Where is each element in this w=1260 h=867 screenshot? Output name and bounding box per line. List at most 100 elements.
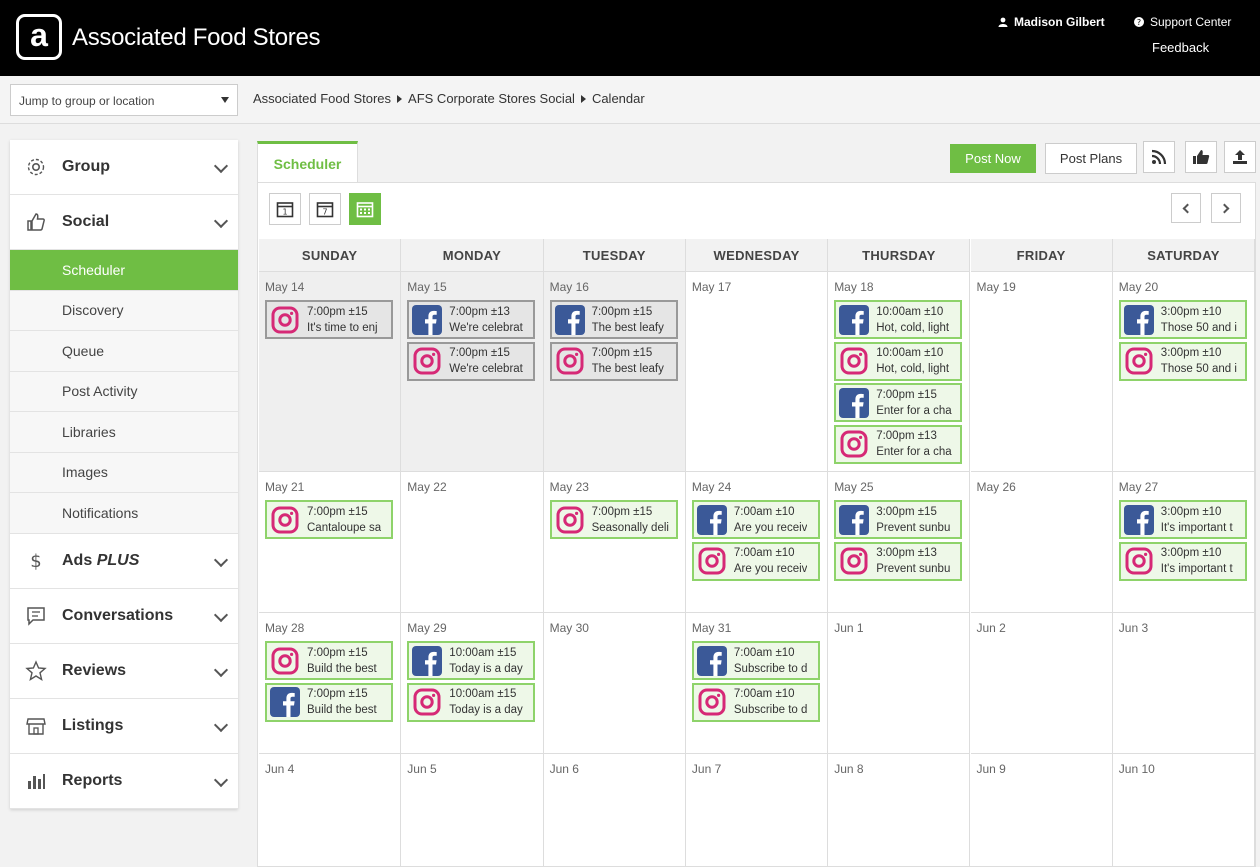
calendar-day-cell[interactable]: May 15 7:00pm ±13 We're celebrat 7:00pm ±15… <box>401 272 544 472</box>
tab-scheduler[interactable]: Scheduler <box>257 141 358 183</box>
scheduled-post[interactable]: 7:00am ±10 Subscribe to d <box>691 641 820 680</box>
scheduled-post[interactable]: 3:00pm ±10 Those 50 and i <box>1118 300 1247 339</box>
calendar-day-cell[interactable]: May 27 3:00pm ±10 It's important t 3:00pm ±… <box>1112 472 1256 613</box>
next-month-button[interactable] <box>1211 193 1241 223</box>
calendar-day-cell[interactable]: May 22 <box>401 472 544 613</box>
scheduled-post[interactable]: 7:00pm ±15 It's time to enj <box>265 300 393 339</box>
breadcrumb-item[interactable]: Associated Food Stores <box>253 91 391 106</box>
thumbs-up-icon <box>24 210 48 234</box>
calendar-day-cell[interactable]: May 24 7:00am ±10 Are you receiv 7:00am ±10… <box>685 472 829 613</box>
calendar-day-cell[interactable]: May 26 <box>970 472 1113 613</box>
sidebar-item-reviews[interactable]: Reviews <box>10 644 238 699</box>
scheduled-post[interactable]: 3:00pm ±10 It's important t <box>1118 541 1247 581</box>
export-button[interactable] <box>1224 141 1256 173</box>
scheduled-post[interactable]: 7:00am ±10 Are you receiv <box>691 500 820 539</box>
feedback-link[interactable]: Feedback <box>1152 40 1209 55</box>
chevron-down-icon <box>213 158 229 174</box>
calendar-day-cell[interactable]: May 17 <box>685 272 829 472</box>
chevron-down-icon <box>221 97 229 103</box>
month-view-button[interactable] <box>349 193 381 225</box>
scheduled-post[interactable]: 3:00pm ±15 Prevent sunbu <box>834 500 963 539</box>
scheduled-post[interactable]: 3:00pm ±13 Prevent sunbu <box>834 541 963 581</box>
rss-feed-button[interactable] <box>1143 141 1175 173</box>
sidebar-subitem-images[interactable]: Images <box>10 452 238 493</box>
scheduled-post[interactable]: 10:00am ±15 Today is a day <box>407 641 536 680</box>
calendar-day-cell[interactable]: Jun 2 <box>970 613 1113 754</box>
calendar-day-cell[interactable]: May 30 <box>543 613 686 754</box>
calendar-day-cell[interactable]: Jun 9 <box>970 754 1113 867</box>
calendar-day-cell[interactable]: May 23 7:00pm ±15 Seasonally deli <box>543 472 686 613</box>
scheduled-post[interactable]: 3:00pm ±10 Those 50 and i <box>1118 341 1247 381</box>
day-header: SATURDAY <box>1112 239 1256 272</box>
breadcrumb-bar: Jump to group or location Associated Foo… <box>0 76 1260 124</box>
scheduled-post[interactable]: 7:00pm ±13 We're celebrat <box>407 300 536 339</box>
week-view-button[interactable]: 7 <box>309 193 341 225</box>
sidebar-subitem-libraries[interactable]: Libraries <box>10 412 238 453</box>
scheduled-post[interactable]: 7:00am ±10 Are you receiv <box>691 541 820 581</box>
sidebar-item-social[interactable]: Social <box>10 195 238 250</box>
calendar-day-cell[interactable]: Jun 6 <box>543 754 686 867</box>
sidebar-subitem-notifications[interactable]: Notifications <box>10 493 238 534</box>
calendar-day-cell[interactable]: Jun 5 <box>401 754 544 867</box>
scheduled-post[interactable]: 7:00pm ±15 Cantaloupe sa <box>265 500 393 539</box>
post-preview-text: Prevent sunbu <box>876 563 951 575</box>
sidebar-item-listings[interactable]: Listings <box>10 699 238 754</box>
like-button[interactable] <box>1185 141 1217 173</box>
brand-name[interactable]: Associated Food Stores <box>72 24 321 52</box>
sidebar-subitem-post-activity[interactable]: Post Activity <box>10 371 238 412</box>
instagram-icon <box>697 546 727 576</box>
breadcrumb-item[interactable]: AFS Corporate Stores Social <box>408 91 575 106</box>
calendar-day-cell[interactable]: Jun 1 <box>828 613 971 754</box>
instagram-icon <box>412 687 442 717</box>
thumbs-up-icon <box>1193 150 1210 164</box>
calendar-day-cell[interactable]: Jun 7 <box>685 754 829 867</box>
location-select[interactable]: Jump to group or location <box>10 84 238 116</box>
scheduled-post[interactable]: 7:00pm ±15 Enter for a cha <box>834 383 963 422</box>
scheduled-post[interactable]: 3:00pm ±10 It's important t <box>1118 500 1247 539</box>
instagram-icon <box>1124 546 1154 576</box>
calendar-day-cell[interactable]: May 25 3:00pm ±15 Prevent sunbu 3:00pm ±13 P… <box>828 472 971 613</box>
scheduled-post[interactable]: 7:00am ±10 Subscribe to d <box>691 682 820 722</box>
support-center-link[interactable]: ? Support Center <box>1134 15 1231 29</box>
calendar-date-label: May 28 <box>265 621 305 635</box>
sidebar-item-ads-plus[interactable]: $ Ads PLUS <box>10 534 238 589</box>
user-menu[interactable]: Madison Gilbert <box>998 15 1105 29</box>
group-icon <box>24 155 48 179</box>
calendar-day-cell[interactable]: May 16 7:00pm ±15 The best leafy 7:00pm ±15… <box>543 272 686 472</box>
post-plans-button[interactable]: Post Plans <box>1045 143 1137 174</box>
calendar-day-cell[interactable]: May 20 3:00pm ±10 Those 50 and i 3:00pm ±10… <box>1112 272 1256 472</box>
scheduled-post[interactable]: 7:00pm ±15 The best leafy <box>549 300 678 339</box>
sidebar-item-group[interactable]: Group <box>10 140 238 195</box>
calendar-day-cell[interactable]: Jun 10 <box>1112 754 1256 867</box>
scheduled-post[interactable]: 10:00am ±10 Hot, cold, light <box>834 300 963 339</box>
calendar-day-cell[interactable]: May 19 <box>970 272 1113 472</box>
calendar-day-cell[interactable]: May 31 7:00am ±10 Subscribe to d 7:00am ±10… <box>685 613 829 754</box>
scheduled-post[interactable]: 7:00pm ±15 We're celebrat <box>407 341 536 381</box>
facebook-icon <box>839 387 870 418</box>
scheduled-post[interactable]: 7:00pm ±15 Seasonally deli <box>549 500 678 539</box>
sidebar-subitem-queue[interactable]: Queue <box>10 331 238 372</box>
brand-logo-icon[interactable]: a <box>16 14 62 60</box>
scheduled-post[interactable]: 10:00am ±15 Today is a day <box>407 682 536 722</box>
scheduled-post[interactable]: 10:00am ±10 Hot, cold, light <box>834 341 963 381</box>
calendar-day-cell[interactable]: May 28 7:00pm ±15 Build the best 7:00pm ±15… <box>259 613 402 754</box>
sidebar-subitem-scheduler[interactable]: Scheduler <box>10 250 238 291</box>
sidebar-subitem-discovery[interactable]: Discovery <box>10 290 238 331</box>
calendar-day-cell[interactable]: Jun 3 <box>1112 613 1256 754</box>
sidebar-item-conversations[interactable]: Conversations <box>10 589 238 644</box>
previous-month-button[interactable] <box>1171 193 1201 223</box>
scheduled-post[interactable]: 7:00pm ±15 Build the best <box>265 641 393 680</box>
calendar-day-cell[interactable]: May 18 10:00am ±10 Hot, cold, light 10:00am… <box>828 272 971 472</box>
calendar-day-cell[interactable]: May 21 7:00pm ±15 Cantaloupe sa <box>259 472 402 613</box>
scheduled-post[interactable]: 7:00pm ±13 Enter for a cha <box>834 424 963 464</box>
sidebar-item-reports[interactable]: Reports <box>10 754 238 809</box>
calendar-day-cell[interactable]: May 14 7:00pm ±15 It's time to enj <box>259 272 402 472</box>
scheduled-post[interactable]: 7:00pm ±15 Build the best <box>265 682 393 722</box>
calendar-day-cell[interactable]: Jun 8 <box>828 754 971 867</box>
scheduled-post[interactable]: 7:00pm ±15 The best leafy <box>549 341 678 381</box>
support-center-label: Support Center <box>1150 15 1232 29</box>
day-view-button[interactable]: 1 <box>269 193 301 225</box>
calendar-day-cell[interactable]: Jun 4 <box>259 754 402 867</box>
post-now-button[interactable]: Post Now <box>950 144 1036 173</box>
calendar-day-cell[interactable]: May 29 10:00am ±15 Today is a day 10:00am ±… <box>401 613 544 754</box>
